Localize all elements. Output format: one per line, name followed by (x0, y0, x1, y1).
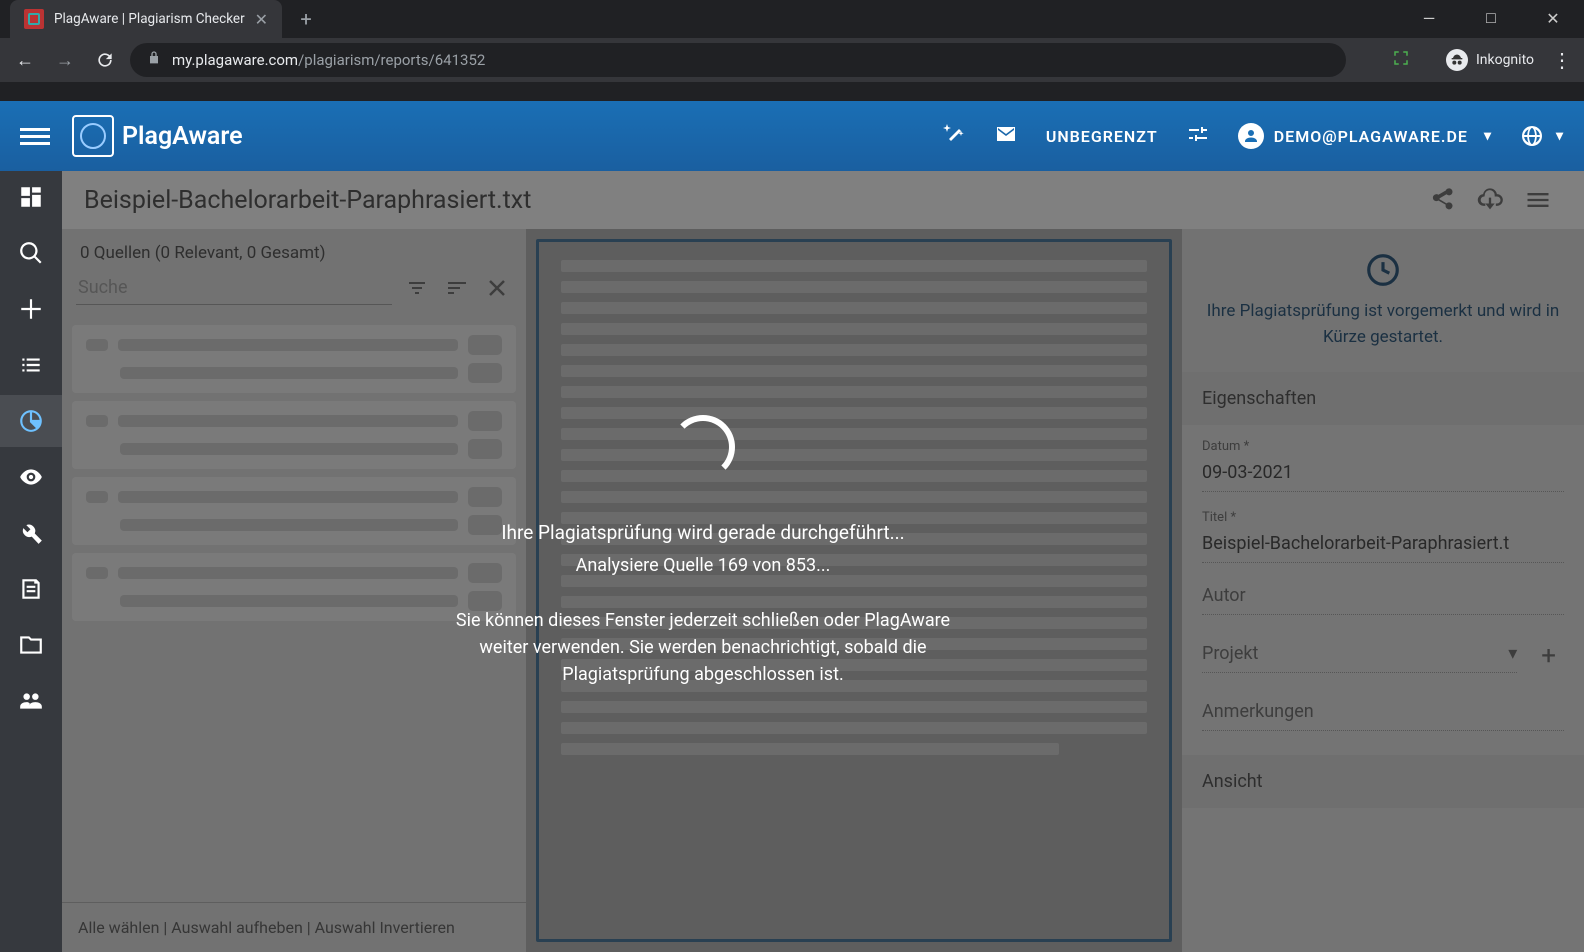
clock-icon (1364, 251, 1402, 289)
url-text: my.plagaware.com/plagiarism/reports/6413… (172, 51, 485, 69)
app: PlagAware UNBEGRENZT DEMO@PLAGAWARE.DE ▾… (0, 101, 1584, 952)
incognito-indicator[interactable]: Inkognito (1446, 49, 1534, 71)
fullscreen-icon[interactable] (1392, 49, 1410, 71)
tab-close-icon[interactable]: ✕ (255, 10, 268, 29)
notes-field[interactable]: Anmerkungen (1202, 697, 1564, 731)
rail-folder[interactable] (0, 619, 62, 671)
document-panel (526, 229, 1182, 952)
sort-icon[interactable] (442, 273, 472, 303)
app-logo[interactable]: PlagAware (72, 115, 243, 157)
download-button[interactable] (1466, 176, 1514, 224)
minimize-button[interactable]: — (1398, 0, 1460, 36)
file-title: Beispiel-Bachelorarbeit-Paraphrasiert.tx… (84, 186, 531, 215)
tabs-row: PlagAware | Plagiarism Checker ✕ + (0, 0, 1584, 38)
file-title-bar: Beispiel-Bachelorarbeit-Paraphrasiert.tx… (62, 171, 1584, 229)
status-box: Ihre Plagiatsprüfung ist vorgemerkt und … (1182, 229, 1584, 372)
date-label: Datum * (1202, 439, 1564, 454)
quota-label: UNBEGRENZT (1046, 127, 1158, 146)
sources-search-row (62, 267, 526, 319)
logo-icon (72, 115, 114, 157)
sources-search-input[interactable] (76, 271, 392, 305)
close-button[interactable]: ✕ (1522, 0, 1584, 36)
rail-library[interactable] (0, 563, 62, 615)
user-avatar-icon (1238, 123, 1264, 149)
magic-wand-icon[interactable] (942, 122, 966, 150)
rail-report[interactable] (0, 395, 62, 447)
sources-selection-bar[interactable]: Alle wählen | Auswahl aufheben | Auswahl… (62, 902, 526, 952)
new-tab-button[interactable]: + (290, 3, 322, 35)
header-actions: UNBEGRENZT DEMO@PLAGAWARE.DE ▾ ▾ (942, 122, 1564, 150)
date-field[interactable]: 09-03-2021 (1202, 458, 1564, 492)
sources-summary: 0 Quellen (0 Relevant, 0 Gesamt) (62, 229, 526, 267)
right-panel: Ihre Plagiatsprüfung ist vorgemerkt und … (1182, 229, 1584, 952)
app-header: PlagAware UNBEGRENZT DEMO@PLAGAWARE.DE ▾… (0, 101, 1584, 171)
reload-button[interactable] (90, 45, 120, 75)
rail-dashboard[interactable] (0, 171, 62, 223)
status-message: Ihre Plagiatsprüfung ist vorgemerkt und … (1200, 299, 1566, 350)
sources-panel: 0 Quellen (0 Relevant, 0 Gesamt) (62, 229, 526, 952)
source-item-skeleton (72, 553, 516, 621)
filter-icon[interactable] (402, 273, 432, 303)
main-content: Beispiel-Bachelorarbeit-Paraphrasiert.tx… (62, 101, 1584, 952)
browser-tab[interactable]: PlagAware | Plagiarism Checker ✕ (10, 0, 282, 38)
maximize-button[interactable]: □ (1460, 0, 1522, 36)
lock-icon (146, 50, 162, 70)
title-label: Titel * (1202, 510, 1564, 525)
forward-button[interactable]: → (50, 45, 80, 75)
reload-icon (95, 50, 115, 70)
back-button[interactable]: ← (10, 45, 40, 75)
file-menu-button[interactable] (1514, 176, 1562, 224)
left-rail (0, 101, 62, 952)
clear-icon[interactable] (482, 273, 512, 303)
source-item-skeleton (72, 325, 516, 393)
rail-list[interactable] (0, 339, 62, 391)
share-button[interactable] (1418, 176, 1466, 224)
globe-icon (1520, 124, 1544, 148)
menu-toggle-button[interactable] (20, 121, 50, 151)
properties-panel: Eigenschaften Datum * 09-03-2021 Titel *… (1182, 372, 1584, 952)
tab-favicon-icon (24, 9, 44, 29)
language-menu[interactable]: ▾ (1520, 124, 1564, 148)
url-bar[interactable]: my.plagaware.com/plagiarism/reports/6413… (130, 43, 1346, 77)
rail-tools[interactable] (0, 507, 62, 559)
tune-icon[interactable] (1186, 122, 1210, 150)
tab-title: PlagAware | Plagiarism Checker (54, 11, 245, 27)
browser-menu-button[interactable]: ⋮ (1552, 48, 1570, 72)
document-page (536, 239, 1172, 942)
properties-heading: Eigenschaften (1182, 372, 1584, 425)
incognito-icon (1446, 49, 1468, 71)
rail-add[interactable] (0, 283, 62, 335)
source-item-skeleton (72, 401, 516, 469)
browser-chrome: — □ ✕ PlagAware | Plagiarism Checker ✕ +… (0, 0, 1584, 101)
title-field[interactable]: Beispiel-Bachelorarbeit-Paraphrasiert.t (1202, 529, 1564, 563)
content-columns: 0 Quellen (0 Relevant, 0 Gesamt) (62, 229, 1584, 952)
chevron-down-icon: ▾ (1484, 128, 1492, 144)
logo-text: PlagAware (122, 122, 243, 151)
dropdown-icon: ▾ (1508, 643, 1517, 664)
rail-preview[interactable] (0, 451, 62, 503)
source-item-skeleton (72, 477, 516, 545)
author-field[interactable]: Autor (1202, 581, 1564, 615)
view-heading: Ansicht (1182, 755, 1584, 808)
user-menu[interactable]: DEMO@PLAGAWARE.DE ▾ (1238, 123, 1492, 149)
window-controls: — □ ✕ (1398, 0, 1584, 36)
add-project-button[interactable]: + (1533, 633, 1564, 679)
user-email: DEMO@PLAGAWARE.DE (1274, 127, 1468, 146)
chevron-down-icon: ▾ (1556, 128, 1564, 144)
project-field[interactable]: Projekt▾ (1202, 639, 1517, 673)
mail-icon[interactable] (994, 122, 1018, 150)
address-row: ← → my.plagaware.com/plagiarism/reports/… (0, 38, 1584, 82)
chrome-actions: Inkognito ⋮ (1356, 48, 1574, 72)
rail-users[interactable] (0, 675, 62, 727)
sources-list (62, 319, 526, 627)
rail-search[interactable] (0, 227, 62, 279)
